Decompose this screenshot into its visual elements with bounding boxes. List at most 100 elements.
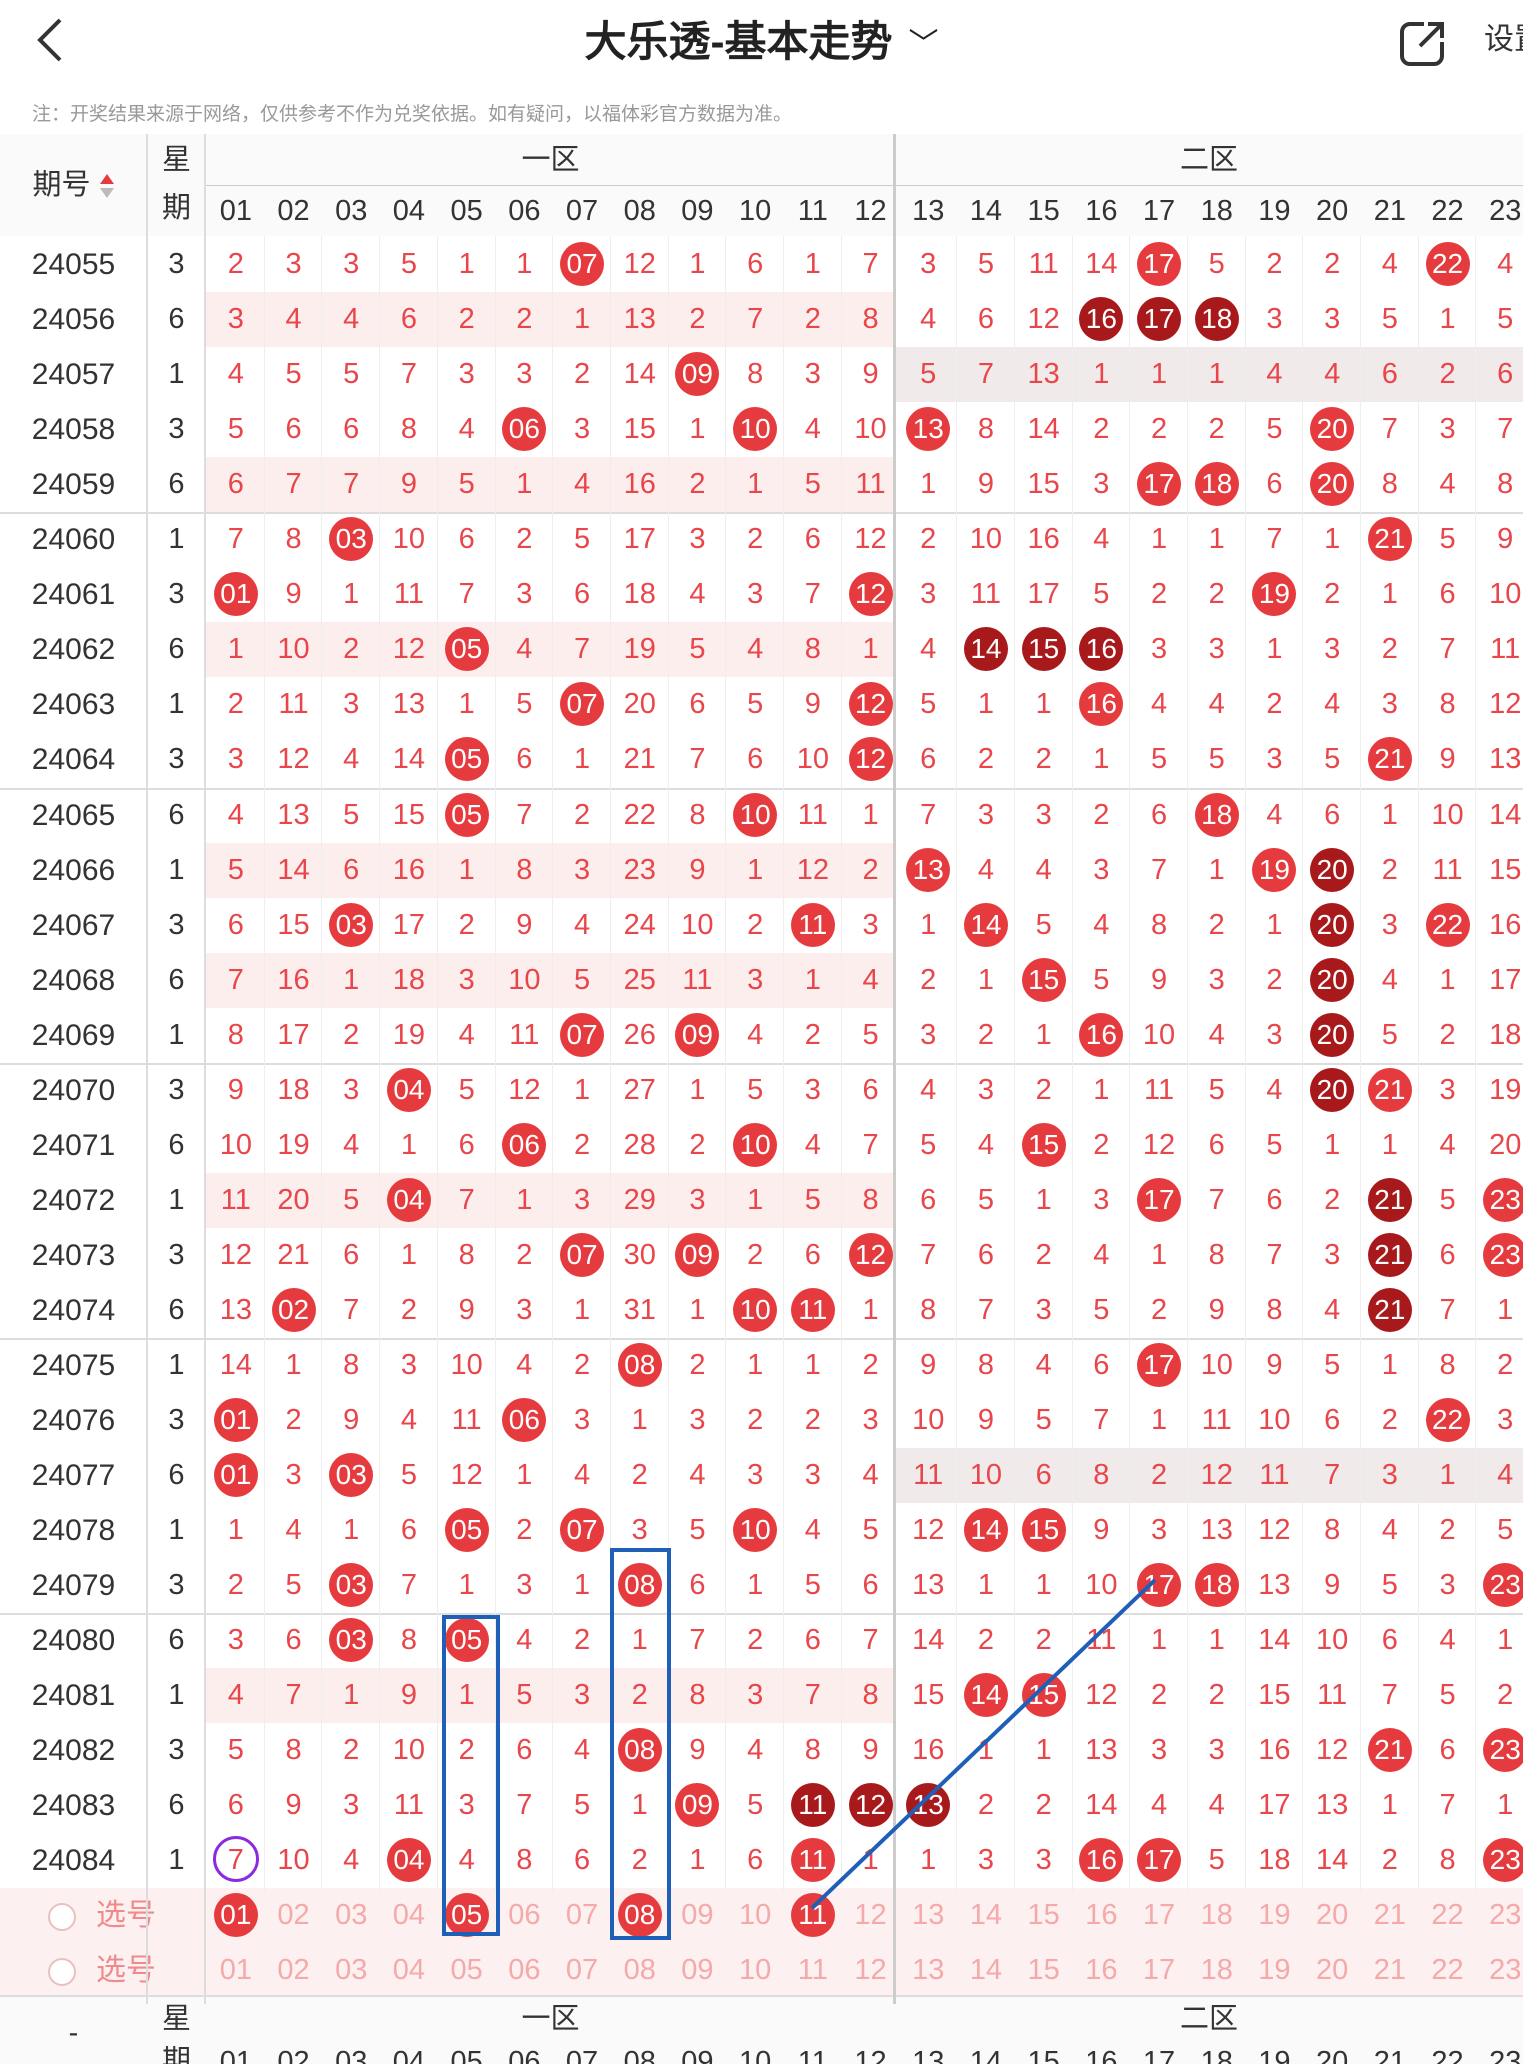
selectable-number[interactable]: 04 <box>380 1888 438 1943</box>
selectable-number[interactable]: 18 <box>1188 1888 1246 1943</box>
selected-number-ball[interactable]: 08 <box>617 1893 662 1937</box>
miss-count: 7 <box>804 578 821 611</box>
selectable-number[interactable]: 06 <box>496 1943 554 1998</box>
miss-count: 10 <box>912 1404 945 1437</box>
selectable-number[interactable]: 10 <box>726 1943 784 1998</box>
table-row: 24057 1 4 5 5 7 3 3 2 14 09 8 3 9 5 7 13 1 1 1 4 4 6 2 6 <box>0 347 1523 403</box>
selectable-number[interactable]: 18 <box>1188 1943 1246 1998</box>
miss-count: 11 <box>1086 1624 1117 1657</box>
radio-button[interactable] <box>48 1958 76 1987</box>
number-column-header: 08 <box>623 2046 656 2064</box>
miss-count: 5 <box>458 1073 475 1106</box>
selected-number-ball[interactable]: 11 <box>790 1893 835 1937</box>
settings-button[interactable]: 设置 <box>1484 18 1523 62</box>
drawn-number-ball: 17 <box>1137 462 1182 507</box>
selectable-number[interactable]: 10 <box>726 1888 784 1943</box>
selected-number-ball[interactable]: 01 <box>213 1893 258 1937</box>
weekday-value: 6 <box>168 1293 185 1326</box>
miss-count: 5 <box>920 1128 937 1161</box>
miss-count: 16 <box>277 963 310 996</box>
miss-count: 2 <box>227 688 244 721</box>
miss-count: 5 <box>400 248 417 280</box>
issue-column-header[interactable]: 期号 <box>0 164 147 206</box>
selectable-number[interactable]: 13 <box>899 1888 957 1943</box>
page-title-dropdown[interactable]: 大乐透-基本走势 ﹀ <box>0 14 1523 73</box>
selectable-number[interactable]: 03 <box>322 1943 380 1998</box>
selectable-number[interactable]: 04 <box>380 1943 438 1998</box>
selectable-number[interactable]: 20 <box>1303 1888 1361 1943</box>
miss-count: 3 <box>920 578 937 611</box>
selection-toggle[interactable]: 选号 <box>48 1943 156 1998</box>
selectable-number[interactable]: 23 <box>1476 1943 1523 1998</box>
selectable-number[interactable]: 09 <box>669 1943 727 1998</box>
miss-count: 4 <box>1266 1073 1283 1106</box>
selectable-number[interactable]: 23 <box>1476 1888 1523 1943</box>
miss-count: 16 <box>1489 908 1522 941</box>
selectable-number[interactable]: 01 <box>207 1943 265 1998</box>
radio-button[interactable] <box>48 1903 76 1932</box>
miss-count: 3 <box>804 358 821 391</box>
miss-count: 18 <box>1489 1018 1522 1051</box>
selectable-number[interactable]: 02 <box>265 1888 323 1943</box>
drawn-number-ball: 16 <box>1079 1838 1124 1883</box>
miss-count: 10 <box>1085 1569 1118 1602</box>
drawn-number-ball: 14 <box>963 902 1008 947</box>
drawn-number-ball: 12 <box>848 737 893 782</box>
selectable-number[interactable]: 17 <box>1130 1888 1188 1943</box>
miss-count: 3 <box>1324 303 1341 336</box>
miss-count: 6 <box>1150 798 1168 831</box>
selectable-number[interactable]: 03 <box>322 1888 380 1943</box>
drawn-number-ball: 20 <box>1310 1012 1355 1057</box>
selectable-number[interactable]: 12 <box>842 1888 900 1943</box>
selectable-number[interactable]: 13 <box>899 1943 957 1998</box>
selectable-number[interactable]: 07 <box>553 1888 611 1943</box>
selectable-number[interactable]: 12 <box>842 1943 900 1998</box>
miss-count: 8 <box>747 358 764 391</box>
share-icon[interactable] <box>1398 14 1448 70</box>
selectable-number[interactable]: 16 <box>1073 1888 1131 1943</box>
table-row: 24058 3 5 6 6 8 4 06 3 15 1 10 4 10 13 8 14 2 2 2 5 20 7 3 7 <box>0 402 1523 457</box>
table-row: 24060 1 7 8 03 10 6 2 5 17 3 2 6 12 2 10 16 4 1 1 7 1 21 5 9 <box>0 512 1523 567</box>
selectable-number[interactable]: 16 <box>1073 1943 1131 1998</box>
sort-up-down-icon[interactable] <box>99 172 115 200</box>
selectable-number[interactable]: 07 <box>553 1943 611 1998</box>
selectable-number[interactable]: 20 <box>1303 1943 1361 1998</box>
selectable-number[interactable]: 22 <box>1419 1888 1477 1943</box>
selectable-number[interactable]: 19 <box>1246 1888 1304 1943</box>
selectable-number[interactable]: 15 <box>1015 1943 1073 1998</box>
selectable-number[interactable]: 06 <box>496 1888 554 1943</box>
miss-count: 3 <box>516 1293 533 1326</box>
drawn-number-ball: 11 <box>790 902 835 947</box>
drawn-number-ball: 13 <box>906 847 951 892</box>
selectable-number[interactable]: 22 <box>1419 1943 1477 1998</box>
miss-count: 1 <box>573 743 591 776</box>
selectable-number[interactable]: 17 <box>1130 1943 1188 1998</box>
miss-count: 5 <box>1381 1018 1398 1051</box>
selectable-number[interactable]: 05 <box>438 1943 496 1998</box>
selectable-number[interactable]: 21 <box>1361 1888 1419 1943</box>
selectable-number[interactable]: 14 <box>957 1943 1015 1998</box>
selectable-number[interactable]: 14 <box>957 1888 1015 1943</box>
drawn-number-ball: 15 <box>1021 1508 1066 1553</box>
selectable-number[interactable]: 19 <box>1246 1943 1304 1998</box>
selectable-number[interactable]: 08 <box>611 1943 669 1998</box>
selected-number-ball[interactable]: 05 <box>444 1893 489 1937</box>
selection-toggle[interactable]: 选号 <box>48 1888 156 1943</box>
number-column-header: 23 <box>1489 2046 1522 2064</box>
selectable-number[interactable]: 02 <box>265 1943 323 1998</box>
table-row: 24059 6 6 7 7 9 5 1 4 16 2 1 5 11 1 9 15 3 17 18 6 20 8 4 8 <box>0 457 1523 513</box>
miss-count: 1 <box>1093 358 1110 391</box>
selectable-number[interactable]: 21 <box>1361 1943 1419 1998</box>
miss-count: 2 <box>1497 1679 1514 1712</box>
selectable-number[interactable]: 15 <box>1015 1888 1073 1943</box>
miss-count: 7 <box>1208 1183 1225 1216</box>
selectable-number[interactable]: 09 <box>669 1888 727 1943</box>
miss-count: 3 <box>747 578 764 611</box>
table-row: 24077 6 01 3 03 5 12 1 4 2 4 3 3 4 11 10 6 8 2 12 11 7 3 1 4 <box>0 1448 1523 1504</box>
miss-count: 1 <box>1381 798 1398 831</box>
selectable-number[interactable]: 11 <box>784 1943 842 1998</box>
miss-count: 3 <box>747 963 764 996</box>
miss-count: 7 <box>400 1569 417 1602</box>
miss-count: 10 <box>277 633 310 666</box>
miss-count: 8 <box>1497 468 1514 501</box>
